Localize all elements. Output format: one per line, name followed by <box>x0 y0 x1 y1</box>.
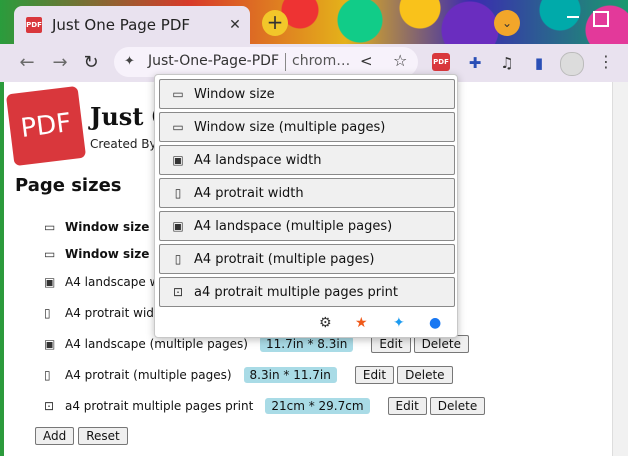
popup-item-window-size[interactable]: ▭ Window size <box>159 79 455 109</box>
facebook-icon[interactable]: ● <box>429 315 441 331</box>
twitter-icon[interactable]: ✦ <box>393 315 405 331</box>
popup-item-window-size-multiple[interactable]: ▭ Window size (multiple pages) <box>159 112 455 142</box>
settings-sliders-icon[interactable]: ⚙ <box>319 315 332 331</box>
pdf-logo: PDF <box>5 85 87 167</box>
pdf-favicon-icon: PDF <box>26 17 42 33</box>
size-row: ▯ A4 protrait (multiple pages) 8.3in * 1… <box>44 364 453 386</box>
images-icon: ▣ <box>44 337 56 351</box>
profile-avatar[interactable] <box>560 52 584 76</box>
popup-item-label: A4 landspace width <box>194 152 322 168</box>
size-row: ⊡ a4 protrait multiple pages print 21cm … <box>44 395 486 417</box>
tab-title: Just One Page PDF <box>52 16 191 34</box>
size-label: A4 protrait (multiple pages) <box>65 368 232 382</box>
side-panel-icon[interactable]: ▮ <box>528 52 550 74</box>
tab-strip: PDF Just One Page PDF ✕ + ⌄ <box>0 0 628 44</box>
popup-item-label: A4 protrait width <box>194 185 304 201</box>
pdf-icon: ⊡ <box>44 399 55 413</box>
popup-item-label: A4 landspace (multiple pages) <box>194 218 393 234</box>
window-icon: ▭ <box>172 87 184 101</box>
popup-item-a4-protrait-multiple[interactable]: ▯ A4 protrait (multiple pages) <box>159 244 455 274</box>
windows-icon: ▭ <box>44 247 56 261</box>
omnibox-divider <box>285 53 286 71</box>
pdf-icon: ⊡ <box>172 285 184 299</box>
address-bar[interactable]: ✦ Just-One-Page-PDF chrom… < ☆ <box>114 47 418 77</box>
kebab-menu-icon[interactable]: ⋮ <box>598 52 614 71</box>
portrait-icon: ▯ <box>44 306 51 320</box>
pages-icon: ▯ <box>44 368 51 382</box>
popup-item-a4-landspace-multiple[interactable]: ▣ A4 landspace (multiple pages) <box>159 211 455 241</box>
add-button[interactable]: Add <box>35 427 75 445</box>
portrait-icon: ▯ <box>174 186 182 200</box>
created-by-text: Created By J <box>90 137 164 151</box>
delete-button[interactable]: Delete <box>397 366 453 384</box>
window-icon: ▭ <box>44 220 56 234</box>
popup-item-label: Window size <box>194 86 275 102</box>
edit-button[interactable]: Edit <box>354 366 395 384</box>
size-row: ▭ Window size <box>44 216 149 238</box>
media-queue-icon[interactable]: ♫ <box>496 52 518 74</box>
page-scrollbar[interactable] <box>612 82 628 456</box>
size-label: a4 protrait multiple pages print <box>65 399 254 413</box>
tab-close-icon[interactable]: ✕ <box>226 16 244 34</box>
pdf-extension-icon[interactable]: PDF <box>432 53 450 71</box>
size-label: Window size <box>65 220 150 234</box>
window-maximize-icon[interactable] <box>593 11 609 27</box>
dimension-badge: 8.3in * 11.7in <box>243 367 337 383</box>
extensions-puzzle-icon[interactable]: ✚ <box>464 52 486 74</box>
bottom-actions: Add Reset <box>35 427 128 445</box>
extension-popup: ▭ Window size ▭ Window size (multiple pa… <box>154 74 458 338</box>
popup-item-a4-protrait-width[interactable]: ▯ A4 protrait width <box>159 178 455 208</box>
popup-item-a4-protrait-print[interactable]: ⊡ a4 protrait multiple pages print <box>159 277 455 307</box>
new-tab-button[interactable]: + <box>262 10 288 36</box>
size-row: ▭ Window size (m <box>44 243 172 265</box>
bookmark-star-icon[interactable]: ☆ <box>393 51 407 70</box>
size-row: ▯ A4 protrait width <box>44 302 166 324</box>
popup-item-a4-landspace-width[interactable]: ▣ A4 landspace width <box>159 145 455 175</box>
created-by-label: Created By <box>90 137 157 151</box>
size-label: A4 landscape wi <box>65 275 163 289</box>
image-icon: ▣ <box>172 153 184 167</box>
dimension-badge: 11.7in * 8.3in <box>260 336 354 352</box>
popup-item-label: A4 protrait (multiple pages) <box>194 251 375 267</box>
page-sizes-heading: Page sizes <box>15 175 122 196</box>
windows-icon: ▭ <box>172 120 184 134</box>
size-row: ▣ A4 landscape wi <box>44 271 163 293</box>
popup-item-label: Window size (multiple pages) <box>194 119 386 135</box>
extension-puzzle-icon: ✦ <box>124 54 135 69</box>
forward-arrow-icon[interactable]: → <box>49 52 71 74</box>
tab-search-icon[interactable]: ⌄ <box>494 10 520 36</box>
images-icon: ▣ <box>172 219 184 233</box>
url-text: chrom… <box>292 53 351 69</box>
share-icon[interactable]: < <box>360 52 373 70</box>
dimension-badge: 21cm * 29.7cm <box>265 398 370 414</box>
pages-icon: ▯ <box>174 252 182 266</box>
size-label: A4 protrait width <box>65 306 167 320</box>
image-icon: ▣ <box>44 275 56 289</box>
window-minimize-icon[interactable] <box>567 16 579 18</box>
rate-star-icon[interactable]: ★ <box>355 315 368 331</box>
reset-button[interactable]: Reset <box>78 427 128 445</box>
edit-button[interactable]: Edit <box>387 397 427 415</box>
extension-name: Just-One-Page-PDF <box>148 53 280 69</box>
back-arrow-icon[interactable]: ← <box>16 52 38 74</box>
size-label: A4 landscape (multiple pages) <box>65 337 248 351</box>
browser-tab[interactable]: PDF Just One Page PDF ✕ <box>14 6 250 44</box>
reload-icon[interactable]: ↻ <box>80 52 102 74</box>
delete-button[interactable]: Delete <box>429 397 486 415</box>
popup-item-label: a4 protrait multiple pages print <box>194 284 399 300</box>
